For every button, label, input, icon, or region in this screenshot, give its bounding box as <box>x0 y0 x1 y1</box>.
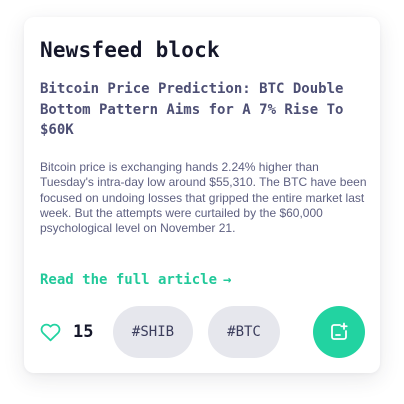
tag-btc[interactable]: #BTC <box>208 306 280 358</box>
like-control[interactable]: 15 <box>40 320 93 344</box>
read-full-article-link[interactable]: Read the full article → <box>40 270 231 290</box>
like-count: 15 <box>73 322 94 342</box>
add-to-collection-icon <box>331 322 348 340</box>
block-title: Newsfeed block <box>40 38 220 62</box>
heart-icon[interactable] <box>40 322 61 342</box>
add-to-collection-button[interactable] <box>313 306 365 358</box>
arrow-right-icon: → <box>223 272 232 288</box>
tag-shib[interactable]: #SHIB <box>113 306 193 358</box>
article-headline[interactable]: Bitcoin Price Prediction: BTC Double Bot… <box>40 79 368 141</box>
article-excerpt: Bitcoin price is exchanging hands 2.24% … <box>40 160 367 236</box>
newsfeed-card: Newsfeed block Bitcoin Price Prediction:… <box>24 17 380 373</box>
read-full-article-label: Read the full article <box>40 272 218 288</box>
